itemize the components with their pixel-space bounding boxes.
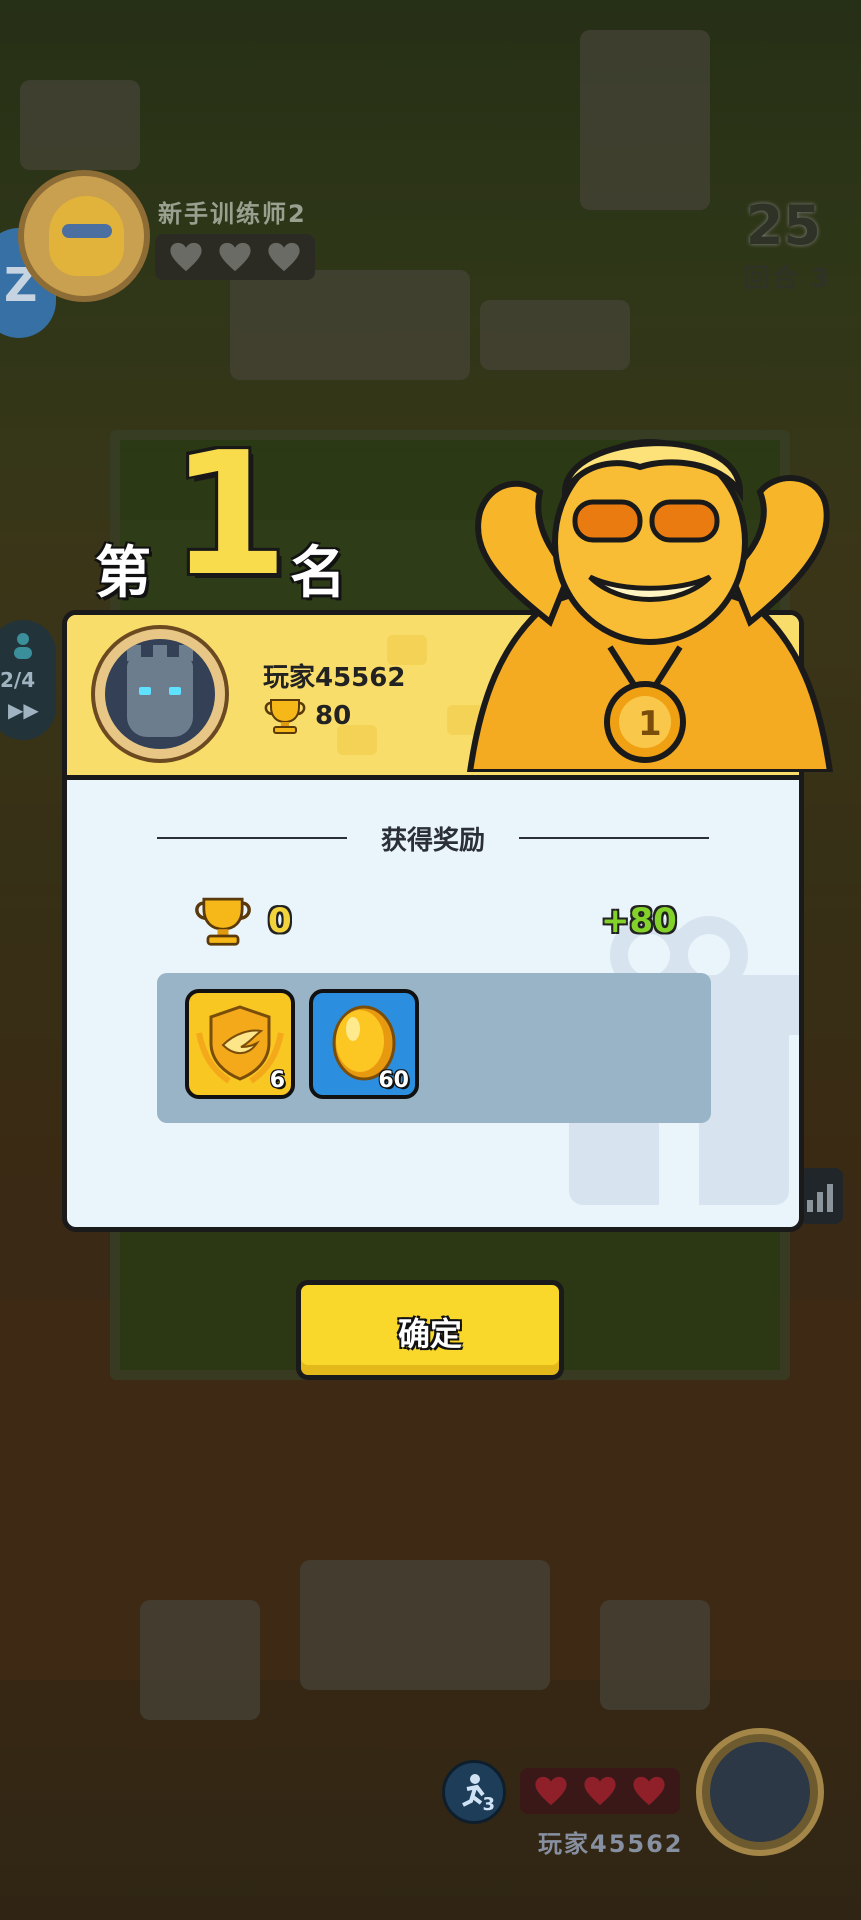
confirm-button[interactable]: 确定 [296, 1280, 564, 1380]
skill-button[interactable]: 3 [442, 1760, 506, 1824]
round-label: 回合 3 [743, 264, 831, 294]
heart-icon [218, 241, 252, 273]
rank-suffix: 名 [290, 541, 346, 606]
heart-icon [534, 1775, 568, 1807]
confirm-button-label: 确定 [397, 1315, 462, 1353]
reward-items-panel: 6 60 [157, 973, 711, 1123]
trophy-gain: +80 [601, 901, 677, 941]
reward-count: 60 [378, 1068, 409, 1093]
trophy-icon [195, 897, 251, 946]
trophy-icon [264, 699, 306, 734]
opponent-name: 新手训练师2 [158, 200, 307, 228]
player-trophy-count: 80 [315, 701, 352, 731]
reward-item-wing-shield[interactable]: 6 [185, 989, 295, 1099]
heart-icon [583, 1775, 617, 1807]
player-name: 玩家45562 [263, 663, 406, 693]
trophy-change-row: 0 [192, 895, 292, 947]
trophy-before: 0 [268, 901, 292, 941]
divider-right [519, 837, 709, 839]
self-avatar [696, 1728, 824, 1856]
opponent-lives [155, 234, 315, 280]
rank-prefix: 第 [95, 541, 151, 606]
reward-item-gold-coin[interactable]: 60 [309, 989, 419, 1099]
fast-forward-icon: ▶▶ [8, 698, 39, 722]
golden-mascot-trophy: 1 [466, 439, 834, 772]
self-player-name: 玩家45562 [538, 1830, 684, 1858]
signal-strength-icon [799, 1168, 843, 1224]
person-icon [14, 633, 32, 659]
svg-text:1: 1 [638, 704, 662, 744]
player-avatar [91, 625, 229, 763]
reward-count: 6 [269, 1068, 285, 1093]
turn-timer: 25 [745, 194, 821, 257]
player-count-text: 2/4 [0, 668, 36, 692]
heart-icon [169, 241, 203, 273]
opponent-avatar [18, 170, 150, 302]
player-count-indicator[interactable]: 2/4 ▶▶ [0, 620, 56, 740]
skill-count: 3 [482, 1794, 495, 1815]
heart-icon [632, 1775, 666, 1807]
rank-number: 1 [170, 416, 289, 614]
player-lives [520, 1768, 680, 1814]
player-trophy-score: 80 [263, 697, 351, 735]
heart-icon [267, 241, 301, 273]
